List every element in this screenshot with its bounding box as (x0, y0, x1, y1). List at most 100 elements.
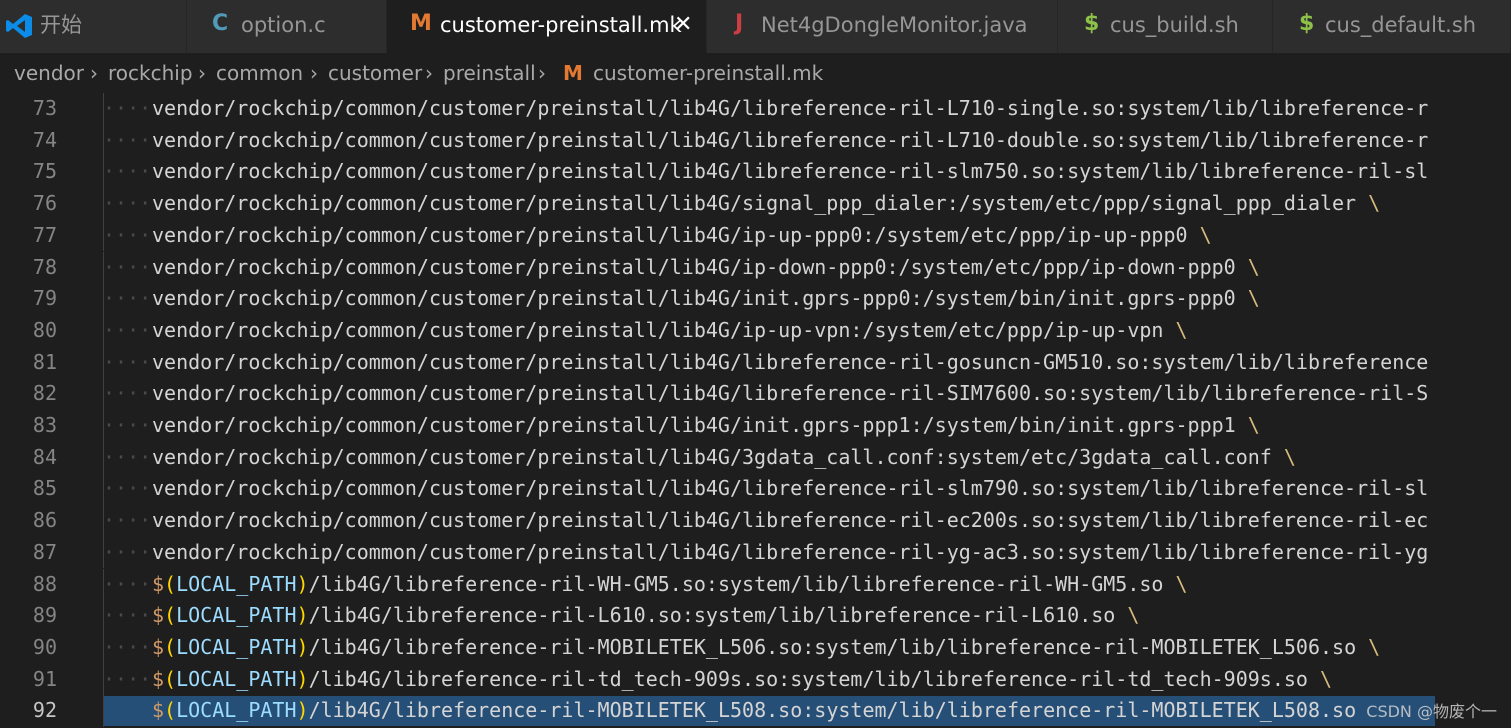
paren-token: ) (296, 634, 309, 659)
line-continuation: \ (1175, 571, 1188, 596)
path-text: vendor/rockchip/common/customer/preinsta… (152, 349, 1429, 374)
code-text: vendor/rockchip/common/customer/preinsta… (152, 347, 1428, 379)
dollar-token: $ (152, 666, 165, 691)
chevron-right-icon: › (198, 61, 206, 85)
code-text: vendor/rockchip/common/customer/preinsta… (152, 220, 1212, 252)
code-editor[interactable]: 73 ···· vendor/rockchip/common/customer/pr… (0, 93, 1511, 728)
c-file-icon: C (212, 11, 229, 36)
code-line[interactable]: 76 ···· vendor/rockchip/common/customer/pr… (0, 188, 1511, 220)
line-number: 76 (32, 191, 57, 216)
path-text: /lib4G/libreference-ril-td_tech-909s.so:… (308, 666, 1321, 691)
whitespace-dots: ···· (103, 539, 152, 564)
code-line[interactable]: 83 ···· vendor/rockchip/common/customer/pr… (0, 410, 1511, 442)
vscode-window: 开始 C option.c M customer-preinstall.mk ✕… (0, 0, 1511, 728)
chevron-right-icon: › (425, 61, 433, 85)
dollar-token: $ (152, 571, 165, 596)
path-text: /lib4G/libreference-ril-MOBILETEK_L506.s… (308, 634, 1369, 659)
whitespace-dots: ···· (103, 254, 152, 279)
breadcrumb-item-vendor[interactable]: vendor (14, 60, 84, 86)
tab-customer-preinstall-label: customer-preinstall.mk (440, 13, 682, 37)
code-text: $(LOCAL_PATH)/lib4G/libreference-ril-MOB… (152, 695, 1356, 727)
whitespace-dots: ···· (103, 317, 152, 342)
paren-token: ( (164, 603, 177, 628)
line-continuation: \ (1320, 666, 1333, 691)
line-continuation: \ (1247, 254, 1260, 279)
tab-cus-build-sh[interactable]: $ cus_build.sh (1058, 0, 1273, 53)
code-text: vendor/rockchip/common/customer/preinsta… (152, 283, 1260, 315)
tab-net4gdonglemonitor-label: Net4gDongleMonitor.java (761, 13, 1028, 37)
code-line[interactable]: 85 ···· vendor/rockchip/common/customer/pr… (0, 473, 1511, 506)
code-line[interactable]: 74 ···· vendor/rockchip/common/customer/pr… (0, 124, 1511, 157)
path-text: vendor/rockchip/common/customer/preinsta… (152, 539, 1429, 564)
breadcrumb-item-rockchip[interactable]: rockchip (108, 60, 193, 86)
code-line[interactable]: 89 ···· $(LOCAL_PATH)/lib4G/libreference-r… (0, 600, 1511, 632)
paren-token: ) (296, 603, 309, 628)
code-line[interactable]: 78 ···· vendor/rockchip/common/customer/pr… (0, 251, 1511, 284)
line-number: 74 (32, 127, 57, 152)
code-line[interactable]: 91 ···· $(LOCAL_PATH)/lib4G/libreference-r… (0, 663, 1511, 696)
line-number: 77 (32, 222, 57, 247)
code-line[interactable]: 75 ···· vendor/rockchip/common/customer/pr… (0, 156, 1511, 189)
code-line[interactable]: 81 ···· vendor/rockchip/common/customer/pr… (0, 346, 1511, 379)
code-text: vendor/rockchip/common/customer/preinsta… (152, 156, 1428, 188)
code-text: $(LOCAL_PATH)/lib4G/libreference-ril-MOB… (152, 632, 1380, 664)
path-text: vendor/rockchip/common/customer/preinsta… (152, 222, 1200, 247)
path-text: vendor/rockchip/common/customer/preinsta… (152, 317, 1176, 342)
breadcrumb: vendor › rockchip › common › customer › … (0, 53, 1511, 93)
whitespace-dots: ···· (103, 571, 152, 596)
breadcrumb-item-common[interactable]: common (216, 60, 303, 86)
line-number: 84 (32, 444, 57, 469)
path-text: /lib4G/libreference-ril-MOBILETEK_L508.s… (308, 698, 1357, 723)
tab-net4gdonglemonitor-java[interactable]: J Net4gDongleMonitor.java (707, 0, 1058, 53)
code-line[interactable]: 87 ···· vendor/rockchip/common/customer/pr… (0, 536, 1511, 569)
code-line[interactable]: 86 ···· vendor/rockchip/common/customer/pr… (0, 505, 1511, 537)
line-number: 91 (32, 666, 57, 691)
paren-token: ( (164, 666, 177, 691)
breadcrumb-item-file[interactable]: customer-preinstall.mk (593, 60, 823, 86)
tab-cus-default-sh[interactable]: $ cus_default.sh (1273, 0, 1511, 53)
dollar-token: $ (152, 603, 165, 628)
code-line[interactable]: 84 ···· vendor/rockchip/common/customer/pr… (0, 441, 1511, 474)
code-line[interactable]: 79 ···· vendor/rockchip/common/customer/pr… (0, 283, 1511, 315)
chevron-right-icon: › (538, 61, 546, 85)
code-line[interactable]: 92 $(LOCAL_PATH)/lib4G/libreference-ril-M… (0, 695, 1511, 727)
variable-token: LOCAL_PATH (176, 666, 297, 691)
whitespace-dots: ···· (103, 349, 152, 374)
code-line[interactable]: 80 ···· vendor/rockchip/common/customer/pr… (0, 314, 1511, 347)
chevron-right-icon: › (310, 61, 318, 85)
makefile-icon: M (410, 11, 432, 36)
line-number: 73 (32, 96, 57, 120)
whitespace-dots: ···· (103, 127, 152, 152)
tab-welcome[interactable]: 开始 (0, 0, 187, 53)
close-icon[interactable]: ✕ (674, 10, 692, 40)
line-number: 89 (32, 603, 57, 628)
code-text: $(LOCAL_PATH)/lib4G/libreference-ril-td_… (152, 664, 1332, 696)
tab-option-c[interactable]: C option.c (187, 0, 387, 53)
line-continuation: \ (1283, 444, 1296, 469)
line-continuation: \ (1199, 222, 1212, 247)
code-line[interactable]: 73 ···· vendor/rockchip/common/customer/pr… (0, 93, 1511, 125)
code-text: vendor/rockchip/common/customer/preinsta… (152, 378, 1428, 410)
tab-customer-preinstall-mk[interactable]: M customer-preinstall.mk ✕ (387, 0, 707, 53)
path-text: vendor/rockchip/common/customer/preinsta… (152, 508, 1429, 533)
whitespace-dots: ···· (103, 159, 152, 184)
code-line[interactable]: 77 ···· vendor/rockchip/common/customer/pr… (0, 219, 1511, 252)
breadcrumb-item-preinstall[interactable]: preinstall (443, 60, 536, 86)
breadcrumb-item-customer[interactable]: customer (328, 60, 422, 86)
code-line[interactable]: 90 ···· $(LOCAL_PATH)/lib4G/libreference-r… (0, 631, 1511, 664)
path-text: vendor/rockchip/common/customer/preinsta… (152, 444, 1284, 469)
code-text: vendor/rockchip/common/customer/preinsta… (152, 252, 1260, 284)
code-line[interactable]: 82 ···· vendor/rockchip/common/customer/pr… (0, 378, 1511, 410)
code-line[interactable]: 88 ···· $(LOCAL_PATH)/lib4G/libreference-r… (0, 568, 1511, 601)
path-text: vendor/rockchip/common/customer/preinsta… (152, 476, 1429, 501)
code-text: $(LOCAL_PATH)/lib4G/libreference-ril-WH-… (152, 569, 1188, 601)
variable-token: LOCAL_PATH (176, 571, 297, 596)
code-text: vendor/rockchip/common/customer/preinsta… (152, 410, 1260, 442)
path-text: vendor/rockchip/common/customer/preinsta… (152, 159, 1429, 184)
path-text: vendor/rockchip/common/customer/preinsta… (152, 286, 1248, 311)
tab-bar: 开始 C option.c M customer-preinstall.mk ✕… (0, 0, 1511, 53)
line-number: 90 (32, 634, 57, 659)
variable-token: LOCAL_PATH (176, 634, 297, 659)
line-number: 78 (32, 254, 57, 279)
tab-cus-build-label: cus_build.sh (1110, 13, 1239, 37)
